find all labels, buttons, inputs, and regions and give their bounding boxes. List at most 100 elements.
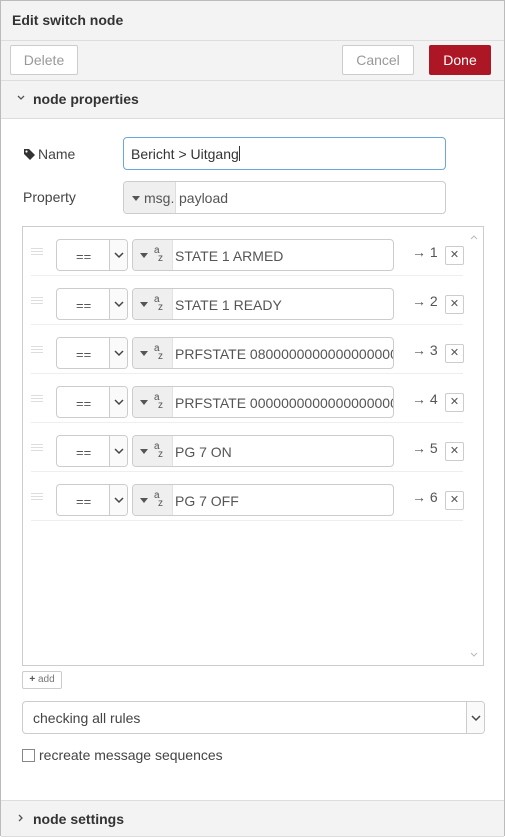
value-type-selector[interactable]: az (133, 338, 173, 368)
remove-rule-button[interactable]: ✕ (445, 295, 464, 314)
remove-rule-button[interactable]: ✕ (445, 246, 464, 265)
rule-value: PRFSTATE 0800000000000000000 (175, 346, 394, 362)
name-label: Name (23, 146, 75, 162)
value-type-selector[interactable]: az (133, 289, 173, 319)
remove-x-icon: ✕ (449, 494, 460, 506)
remove-rule-button[interactable]: ✕ (445, 442, 464, 461)
string-az-icon: az (154, 245, 163, 264)
caret-down-icon (140, 400, 148, 405)
remove-x-icon: ✕ (449, 396, 460, 408)
operator-select[interactable]: == (56, 386, 128, 418)
property-input[interactable]: msg. payload (123, 181, 446, 214)
caret-down-icon (140, 253, 148, 258)
operator-select[interactable]: == (56, 288, 128, 320)
rule-value-input[interactable]: az PG 7 OFF (132, 484, 394, 516)
recreate-sequences-option[interactable]: recreate message sequences (22, 747, 223, 763)
rule-value-input[interactable]: az PRFSTATE 0000000000000000000 (132, 386, 394, 418)
name-value: Bericht > Uitgang (131, 146, 239, 162)
drag-handle-icon[interactable] (31, 346, 43, 354)
output-port-label: → 4 (412, 391, 438, 407)
drag-handle-icon[interactable] (31, 493, 43, 501)
cancel-button[interactable]: Cancel (342, 45, 414, 75)
done-button[interactable]: Done (429, 45, 491, 75)
tag-icon (24, 149, 35, 160)
rule-value-input[interactable]: az PRFSTATE 0800000000000000000 (132, 337, 394, 369)
recreate-sequences-checkbox[interactable] (22, 749, 35, 762)
caret-down-icon (140, 302, 148, 307)
value-type-selector[interactable]: az (133, 485, 173, 515)
rule-value-input[interactable]: az PG 7 ON (132, 435, 394, 467)
output-port-label: → 2 (412, 293, 438, 309)
dropdown-arrow-icon (466, 702, 484, 733)
rules-list[interactable]: == az STATE 1 ARMED → 1 ✕ == a z STATE 1… (22, 226, 484, 666)
drag-handle-icon[interactable] (31, 248, 43, 256)
string-az-icon: az (154, 490, 163, 509)
property-type-selector[interactable]: msg. (124, 182, 176, 213)
node-properties-label: node properties (33, 91, 139, 107)
remove-x-icon: ✕ (449, 249, 460, 261)
operator-select[interactable]: == (56, 435, 128, 467)
output-port-label: → 6 (412, 489, 438, 505)
operator-value: == (76, 347, 92, 362)
checking-mode-select[interactable]: checking all rules (22, 701, 485, 734)
text-caret (238, 146, 240, 161)
node-properties-section-header[interactable]: node properties (1, 81, 504, 119)
operator-select[interactable]: == (56, 337, 128, 369)
remove-x-icon: ✕ (449, 298, 460, 310)
rule-row: == az STATE 1 ARMED → 1 ✕ (31, 227, 464, 276)
rule-row: == az PRFSTATE 0800000000000000000 → 3 ✕ (31, 325, 464, 374)
recreate-sequences-label: recreate message sequences (39, 747, 223, 763)
rule-value-input[interactable]: az STATE 1 READY (132, 288, 394, 320)
caret-down-icon (140, 449, 148, 454)
rule-value-input[interactable]: az STATE 1 ARMED (132, 239, 394, 271)
drag-handle-icon[interactable] (31, 444, 43, 452)
scroll-down-icon[interactable] (470, 651, 478, 659)
caret-down-icon (140, 498, 148, 503)
remove-rule-button[interactable]: ✕ (445, 393, 464, 412)
operator-value: == (76, 298, 92, 313)
edit-switch-node-tray: Edit switch node Delete Cancel Done node… (0, 0, 505, 837)
dropdown-arrow-icon (109, 485, 127, 515)
chevron-right-icon (18, 814, 23, 822)
value-type-selector[interactable]: az (133, 436, 173, 466)
string-az-icon: az (154, 294, 163, 313)
property-type-label: msg. (144, 190, 175, 206)
output-port-label: → 5 (412, 440, 438, 456)
value-type-selector[interactable]: az (133, 387, 173, 417)
operator-select[interactable]: == (56, 239, 128, 271)
operator-value: == (76, 445, 92, 460)
checking-mode-value: checking all rules (33, 710, 141, 726)
dropdown-arrow-icon (109, 338, 127, 368)
tray-toolbar: Delete Cancel Done (1, 41, 504, 81)
name-label-text: Name (38, 146, 76, 162)
string-az-icon: az (154, 441, 163, 460)
caret-down-icon (140, 351, 148, 356)
remove-rule-button[interactable]: ✕ (445, 344, 464, 363)
dropdown-arrow-icon (109, 436, 127, 466)
remove-x-icon: ✕ (449, 445, 460, 457)
string-az-icon: az (154, 343, 163, 362)
operator-value: == (76, 494, 92, 509)
remove-rule-button[interactable]: ✕ (445, 491, 464, 510)
rule-row: == az PG 7 OFF → 6 ✕ (31, 472, 464, 521)
drag-handle-icon[interactable] (31, 395, 43, 403)
output-port-label: → 3 (412, 342, 438, 358)
node-settings-section-header[interactable]: node settings (1, 800, 504, 837)
scroll-up-icon[interactable] (470, 233, 478, 241)
rule-row: == az STATE 1 READY → 2 ✕ (31, 276, 464, 325)
node-settings-label: node settings (33, 811, 125, 827)
operator-select[interactable]: == (56, 484, 128, 516)
value-type-selector[interactable]: az (133, 240, 173, 270)
add-label: add (37, 674, 55, 685)
dropdown-arrow-icon (109, 240, 127, 270)
property-value: payload (179, 190, 229, 206)
rule-value: STATE 1 ARMED (175, 248, 284, 264)
name-input[interactable]: Bericht > Uitgang (123, 137, 446, 170)
rule-row: == az PG 7 ON → 5 ✕ (31, 423, 464, 472)
string-az-icon: az (154, 392, 163, 411)
add-rule-button[interactable]: + add (22, 671, 62, 689)
delete-button[interactable]: Delete (10, 45, 78, 75)
operator-value: == (76, 249, 92, 264)
property-label: Property (23, 189, 76, 205)
drag-handle-icon[interactable] (31, 297, 43, 305)
